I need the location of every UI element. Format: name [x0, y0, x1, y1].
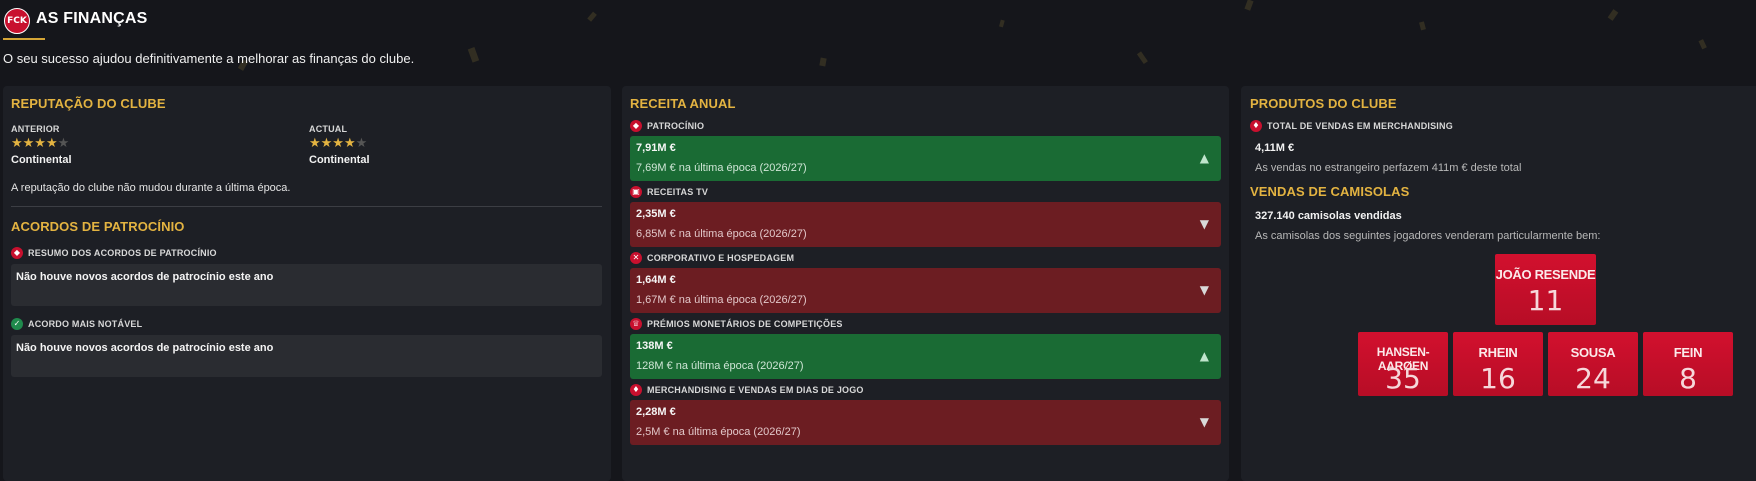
- revenue-title: RECEITA ANUAL: [630, 96, 736, 111]
- trend-up-icon: ▲: [1199, 151, 1209, 165]
- tv-icon: ▣: [630, 186, 642, 198]
- page-header: FCK AS FINANÇAS O seu sucesso ajudou def…: [0, 0, 1756, 86]
- sponsorship-summary-label: RESUMO DOS ACORDOS DE PATROCÍNIO: [28, 248, 217, 258]
- revenue-label: RECEITAS TV: [647, 187, 709, 197]
- revenue-value: 2,35M €: [636, 208, 676, 220]
- page-title: AS FINANÇAS: [36, 10, 148, 27]
- star-empty-icon: ★: [355, 136, 368, 151]
- star-icon: ★★★★: [309, 136, 356, 151]
- trend-down-icon: ▼: [1199, 415, 1209, 429]
- trend-down-icon: ▼: [1199, 217, 1209, 231]
- shirts-sold-count: 327.140 camisolas vendidas: [1255, 210, 1402, 222]
- products-title: PRODUTOS DO CLUBE: [1250, 96, 1397, 111]
- current-reputation-stars: ★★★★★: [309, 136, 367, 151]
- star-empty-icon: ★: [57, 136, 70, 151]
- player-number: 16: [1480, 362, 1516, 395]
- notable-deal-box: Não houve novos acordos de patrocínio es…: [11, 335, 602, 377]
- previous-reputation-level: Continental: [11, 154, 72, 166]
- merch-total-label: TOTAL DE VENDAS EM MERCHANDISING: [1267, 121, 1453, 131]
- trend-up-icon: ▲: [1199, 349, 1209, 363]
- revenue-label: CORPORATIVO E HOSPEDAGEM: [647, 253, 795, 263]
- products-panel: PRODUTOS DO CLUBE ♦ TOTAL DE VENDAS EM M…: [1241, 86, 1756, 481]
- player-jersey[interactable]: FEIN 8: [1643, 332, 1733, 396]
- current-reputation-label: ACTUAL: [309, 124, 348, 134]
- player-jersey[interactable]: SOUSA 24: [1548, 332, 1638, 396]
- current-reputation-level: Continental: [309, 154, 370, 166]
- shirt-icon: ♦: [1250, 120, 1262, 132]
- section-divider: [11, 206, 602, 207]
- revenue-label: PATROCÍNIO: [647, 121, 705, 131]
- club-logo: FCK: [4, 8, 30, 34]
- merch-total-value: 4,11M €: [1255, 142, 1295, 154]
- player-number: 24: [1575, 362, 1611, 395]
- player-name: SOUSA: [1570, 345, 1616, 360]
- notable-deal-text: Não houve novos acordos de patrocínio es…: [16, 342, 274, 354]
- player-jersey[interactable]: JOÃO RESENDE 11: [1495, 254, 1596, 325]
- shirt-sales-note: As camisolas dos seguintes jogadores ven…: [1255, 230, 1601, 242]
- revenue-label: MERCHANDISING E VENDAS EM DIAS DE JOGO: [647, 385, 864, 395]
- merch-foreign-note: As vendas no estrangeiro perfazem 411m €…: [1255, 162, 1522, 174]
- revenue-previous: 7,69M € na última época (2026/27): [636, 162, 807, 174]
- revenue-value: 7,91M €: [636, 142, 676, 154]
- revenue-value: 1,64M €: [636, 274, 676, 286]
- sponsorship-title: ACORDOS DE PATROCÍNIO: [11, 219, 185, 234]
- star-icon: ★★★★: [11, 136, 58, 151]
- player-name: RHEIN: [1478, 345, 1518, 360]
- sponsorship-summary-icon: ◆: [11, 247, 23, 259]
- revenue-label: PRÉMIOS MONETÁRIOS DE COMPETIÇÕES: [647, 319, 843, 329]
- player-name: JOÃO RESENDE: [1495, 267, 1596, 282]
- revenue-value: 2,28M €: [636, 406, 676, 418]
- trophy-icon: ♕: [630, 318, 642, 330]
- player-number: 11: [1527, 284, 1564, 317]
- reputation-title: REPUTAÇÃO DO CLUBE: [11, 96, 166, 111]
- player-name: FEIN: [1673, 345, 1703, 360]
- sponsorship-summary-text: Não houve novos acordos de patrocínio es…: [16, 271, 274, 283]
- revenue-previous: 2,5M € na última época (2026/27): [636, 426, 801, 438]
- revenue-panel: RECEITA ANUAL ◆ PATROCÍNIO 7,91M € 7,69M…: [622, 86, 1229, 481]
- previous-reputation-stars: ★★★★★: [11, 136, 69, 151]
- revenue-previous: 128M € na última época (2026/27): [636, 360, 804, 372]
- reputation-note: A reputação do clube não mudou durante a…: [11, 182, 291, 194]
- page-subtitle: O seu sucesso ajudou definitivamente a m…: [3, 51, 415, 66]
- revenue-row-hospitality[interactable]: 1,64M € 1,67M € na última época (2026/27…: [630, 268, 1221, 313]
- revenue-previous: 6,85M € na última época (2026/27): [636, 228, 807, 240]
- revenue-row-tv[interactable]: 2,35M € 6,85M € na última época (2026/27…: [630, 202, 1221, 247]
- player-number: 35: [1385, 362, 1421, 395]
- notable-deal-label: ACORDO MAIS NOTÁVEL: [28, 319, 143, 329]
- title-underline: [3, 38, 45, 40]
- revenue-row-sponsorship[interactable]: 7,91M € 7,69M € na última época (2026/27…: [630, 136, 1221, 181]
- revenue-previous: 1,67M € na última época (2026/27): [636, 294, 807, 306]
- revenue-row-merchandising[interactable]: 2,28M € 2,5M € na última época (2026/27)…: [630, 400, 1221, 445]
- reputation-panel: REPUTAÇÃO DO CLUBE ANTERIOR ★★★★★ Contin…: [3, 86, 611, 481]
- player-jersey[interactable]: HANSEN-AARØEN 35: [1358, 332, 1448, 396]
- revenue-row-prize-money[interactable]: 138M € 128M € na última época (2026/27) …: [630, 334, 1221, 379]
- previous-reputation-label: ANTERIOR: [11, 124, 60, 134]
- sponsorship-revenue-icon: ◆: [630, 120, 642, 132]
- sponsorship-summary-box: Não houve novos acordos de patrocínio es…: [11, 264, 602, 306]
- player-number: 8: [1679, 362, 1697, 395]
- revenue-value: 138M €: [636, 340, 673, 352]
- trend-down-icon: ▼: [1199, 283, 1209, 297]
- shirt-icon: ♦: [630, 384, 642, 396]
- player-jersey[interactable]: RHEIN 16: [1453, 332, 1543, 396]
- shirt-sales-title: VENDAS DE CAMISOLAS: [1250, 184, 1410, 199]
- hospitality-icon: ✕: [630, 252, 642, 264]
- notable-deal-icon: ✓: [11, 318, 23, 330]
